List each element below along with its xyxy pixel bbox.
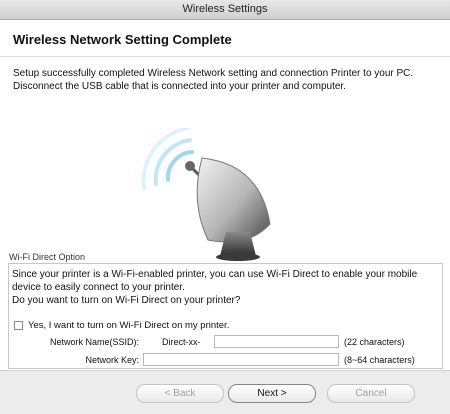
wifi-direct-checkbox-row[interactable]: Yes, I want to turn on Wi-Fi Direct on m… — [14, 320, 229, 331]
ssid-length-hint: (22 characters) — [344, 337, 405, 347]
network-key-input[interactable] — [143, 353, 339, 366]
wifi-direct-checkbox[interactable] — [14, 321, 23, 330]
next-button[interactable]: Next > — [228, 384, 316, 403]
header-divider — [0, 56, 450, 57]
back-button[interactable]: < Back — [136, 384, 224, 403]
wifi-direct-panel: Since your printer is a Wi-Fi-enabled pr… — [8, 263, 443, 369]
content-panel: Wireless Network Setting Complete Setup … — [0, 20, 450, 370]
ssid-input[interactable] — [214, 335, 339, 348]
wifi-direct-text: Since your printer is a Wi-Fi-enabled pr… — [12, 268, 437, 307]
wifi-direct-intro: Since your printer is a Wi-Fi-enabled pr… — [12, 269, 418, 293]
ssid-prefix: Direct-xx- — [162, 337, 201, 347]
satellite-dish-icon — [141, 128, 271, 261]
wifi-direct-question: Do you want to turn on Wi-Fi Direct on y… — [12, 295, 241, 306]
window-title: Wireless Settings — [0, 0, 450, 20]
ssid-label: Network Name(SSID): — [49, 337, 139, 347]
cancel-button[interactable]: Cancel — [327, 384, 415, 403]
page-title: Wireless Network Setting Complete — [13, 32, 232, 47]
button-bar: < Back Next > Cancel — [0, 370, 450, 414]
page-description: Setup successfully completed Wireless Ne… — [13, 68, 414, 92]
network-key-length-hint: (8~64 characters) — [344, 355, 415, 365]
wifi-direct-section-label: Wi-Fi Direct Option — [9, 252, 86, 262]
network-key-label: Network Key: — [85, 355, 139, 365]
wireless-settings-window: Wireless Settings Wireless Network Setti… — [0, 0, 450, 414]
wifi-direct-checkbox-label[interactable]: Yes, I want to turn on Wi-Fi Direct on m… — [28, 320, 229, 331]
